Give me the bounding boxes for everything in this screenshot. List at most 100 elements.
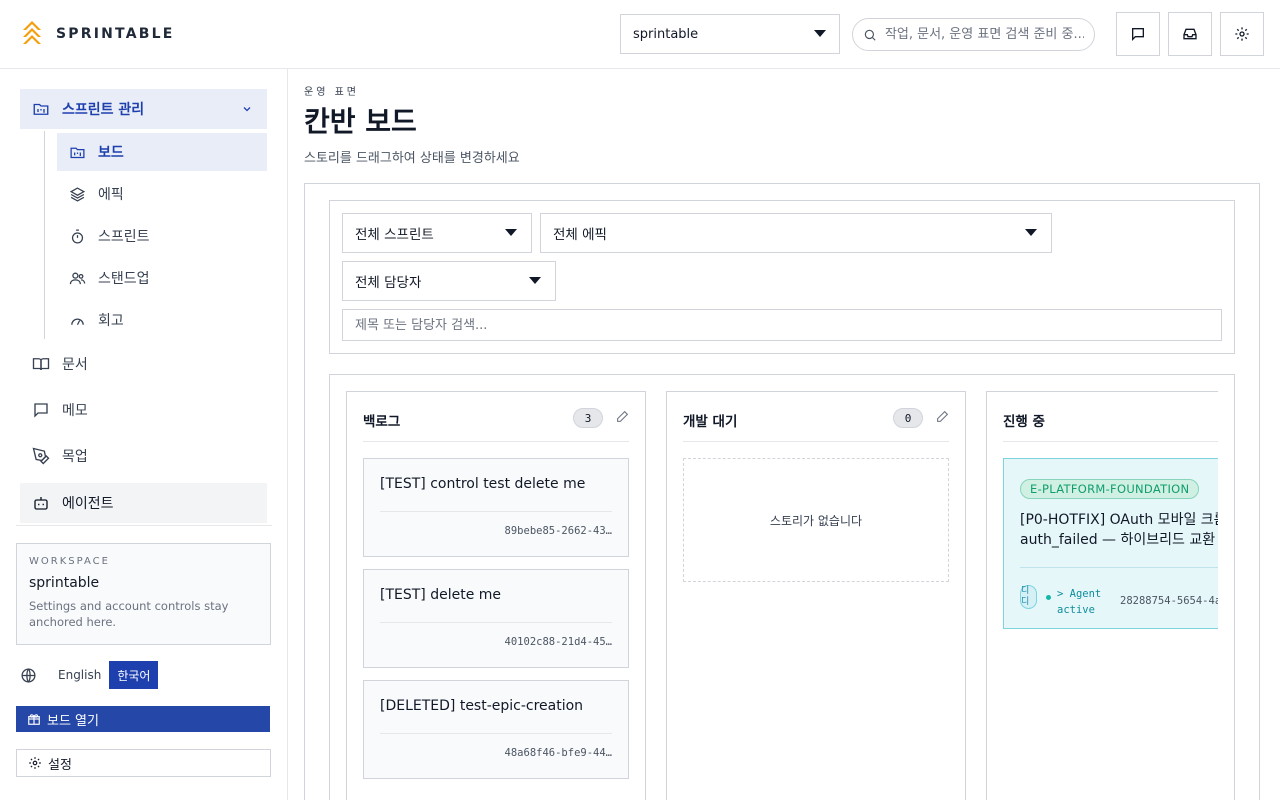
column-title: 개발 대기 (683, 414, 738, 430)
story-id: 28288754-5654-4a… (1120, 595, 1218, 607)
column-count-badge: 3 (573, 408, 603, 428)
globe-icon (21, 667, 36, 683)
sidebar-item-epic[interactable]: 에픽 (57, 175, 267, 213)
global-search[interactable] (852, 18, 1095, 51)
messages-button[interactable] (1116, 12, 1160, 56)
open-board-label: 보드 열기 (47, 713, 99, 729)
caret-down-icon (1025, 229, 1037, 236)
search-icon (864, 29, 876, 41)
card-divider (1020, 567, 1218, 568)
sidebar-item-mockup[interactable]: 목업 (20, 436, 267, 476)
board-search-input[interactable] (355, 317, 1155, 333)
story-id: 40102c88-21d4-45… (504, 636, 612, 648)
column-in-progress: 진행 중 1 E-PLATFORM-FOUNDATION [P0-HOTFIX]… (986, 391, 1218, 800)
story-card[interactable]: E-PLATFORM-FOUNDATION [P0-HOTFIX] OAuth … (1003, 458, 1218, 629)
sidebar-item-agents[interactable]: 에이전트 (20, 483, 267, 523)
sprintable-logo-icon (23, 21, 41, 44)
sidebar-item-sprint[interactable]: 스프린트 (57, 217, 267, 255)
gift-icon (28, 714, 40, 725)
story-card[interactable]: [DELETED] test-epic-creation 48a68f46-bf… (363, 680, 629, 779)
sidebar-divider (16, 525, 272, 526)
layers-icon (69, 186, 86, 202)
kanban-icon (70, 147, 85, 158)
caret-down-icon (529, 277, 541, 284)
kanban-folder-icon (33, 103, 49, 115)
caret-down-icon (505, 229, 517, 236)
agent-status-dot (1046, 595, 1051, 600)
language-english-button[interactable]: English (50, 661, 109, 689)
story-id: 89bebe85-2662-43… (504, 525, 612, 537)
sidebar-item-standup[interactable]: 스탠드업 (57, 259, 267, 297)
story-title: [P0-HOTFIX] OAuth 모바일 크롬 auth_failed — 하… (1020, 510, 1218, 550)
agent-status-line: > Agent (1057, 588, 1102, 600)
agent-status-line: active (1057, 604, 1095, 616)
sidebar-item-label: 스프린트 (98, 229, 150, 245)
users-icon (69, 272, 86, 284)
sidebar-item-label: 메모 (62, 403, 88, 419)
brand-name: SPRINTABLE (56, 25, 175, 42)
settings-label: 설정 (48, 757, 72, 773)
story-title: [DELETED] test-epic-creation (380, 698, 584, 714)
global-search-input[interactable] (884, 27, 1084, 42)
sprint-filter-value: 전체 스프린트 (355, 227, 434, 243)
page-subtitle: 스토리를 드래그하여 상태를 변경하세요 (304, 151, 520, 166)
gear-icon (1235, 27, 1249, 41)
language-korean-button[interactable]: 한국어 (109, 661, 159, 689)
message-icon (34, 403, 48, 418)
sidebar-item-label: 에이전트 (62, 496, 114, 512)
column-backlog: 백로그 3 [TEST] control test delete me 89be… (346, 391, 646, 800)
epic-badge[interactable]: E-PLATFORM-FOUNDATION (1020, 479, 1200, 499)
sidebar-item-retro[interactable]: 회고 (57, 301, 267, 339)
kanban-columns[interactable]: 백로그 3 [TEST] control test delete me 89be… (346, 391, 1218, 800)
epic-filter-select[interactable]: 전체 에픽 (540, 213, 1052, 253)
epic-filter-value: 전체 에픽 (553, 227, 607, 243)
card-divider (380, 622, 612, 623)
pencil-icon[interactable] (616, 410, 629, 423)
story-id: 48a68f46-bfe9-44… (504, 747, 612, 759)
project-select[interactable]: sprintable (620, 14, 840, 54)
card-divider (380, 511, 612, 512)
language-switcher: English 한국어 (20, 661, 159, 689)
column-header: 진행 중 1 (1003, 410, 1218, 442)
story-title-line: auth_failed — 하이브리드 교환 복구 (1020, 532, 1218, 548)
chevron-down-icon (243, 107, 251, 112)
page-title: 칸반 보드 (304, 105, 417, 138)
settings-gear-button[interactable] (1220, 12, 1264, 56)
assignee-avatar[interactable]: 디디 (1020, 585, 1037, 609)
avatar-initials: 디디 (1021, 586, 1030, 607)
sidebar-item-board[interactable]: 보드 (57, 133, 267, 171)
workspace-name: sprintable (29, 575, 100, 591)
sprint-filter-select[interactable]: 전체 스프린트 (342, 213, 532, 253)
assignee-filter-select[interactable]: 전체 담당자 (342, 261, 556, 301)
column-ready-for-dev: 개발 대기 0 스토리가 없습니다 (666, 391, 966, 800)
sidebar-item-label: 목업 (62, 449, 88, 465)
inbox-button[interactable] (1168, 12, 1212, 56)
story-card[interactable]: [TEST] control test delete me 89bebe85-2… (363, 458, 629, 557)
sidebar-item-memo[interactable]: 메모 (20, 390, 267, 430)
sidebar-item-label: 회고 (98, 313, 124, 329)
assignee-filter-value: 전체 담당자 (355, 275, 422, 291)
timer-icon (71, 228, 84, 244)
settings-button[interactable]: 설정 (16, 749, 271, 777)
sidebar-group-label: 스프린트 관리 (62, 102, 145, 118)
story-card[interactable]: [TEST] delete me 40102c88-21d4-45… (363, 569, 629, 668)
sidebar-item-docs[interactable]: 문서 (20, 344, 267, 384)
sidebar-group-sprint-management[interactable]: 스프린트 관리 (20, 89, 267, 129)
book-icon (32, 358, 50, 371)
brand-logo[interactable]: SPRINTABLE (22, 20, 175, 47)
agent-status: > Agent active (1057, 586, 1101, 618)
pencil-icon[interactable] (936, 410, 949, 423)
empty-column-message: 스토리가 없습니다 (769, 513, 863, 528)
workspace-description: Settings and account controls stay ancho… (29, 599, 229, 629)
sidebar-item-label: 에픽 (98, 187, 124, 203)
board-search[interactable] (342, 309, 1222, 341)
bot-icon (34, 497, 48, 510)
sub-nav-guide (44, 131, 45, 339)
gear-icon (29, 757, 41, 769)
sidebar: 스프린트 관리 보드 에픽 스프린트 스탠드업 회고 문서 메모 목업 에이전트 (0, 69, 288, 800)
card-divider (380, 733, 612, 734)
empty-column-dropzone[interactable]: 스토리가 없습니다 (683, 458, 949, 582)
story-title: [TEST] control test delete me (380, 476, 586, 492)
open-board-button[interactable]: 보드 열기 (16, 706, 270, 732)
inbox-icon (1183, 28, 1197, 40)
